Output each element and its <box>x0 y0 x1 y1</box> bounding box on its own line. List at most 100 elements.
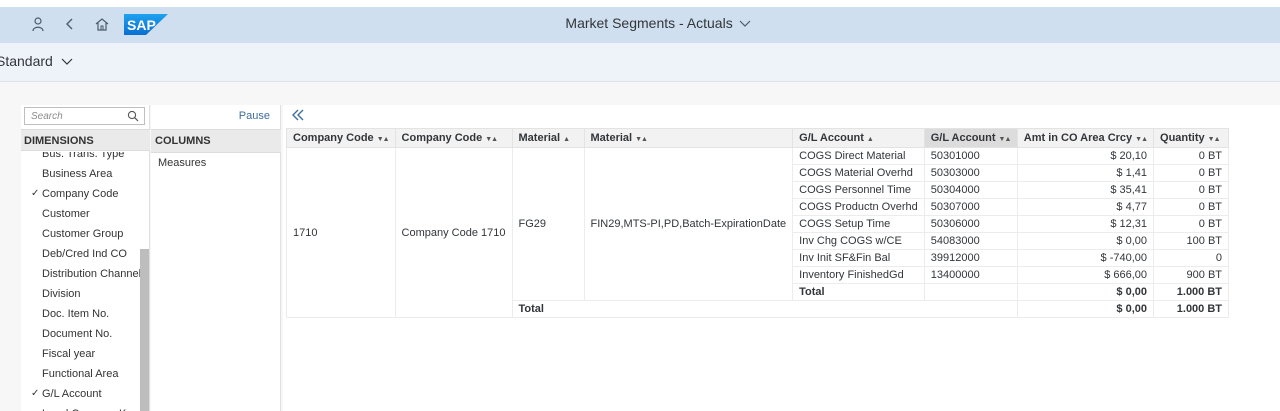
table-cell[interactable]: 900 BT <box>1153 266 1230 284</box>
variant-selector[interactable]: Standard <box>0 53 73 69</box>
table-cell[interactable]: 50303000 <box>923 164 1018 182</box>
check-icon: ✓ <box>31 388 40 399</box>
table-cell[interactable]: $ 0,00 <box>1016 283 1155 301</box>
table-cell[interactable]: $ 35,41 <box>1016 181 1155 199</box>
sort-asc-icon: ▲ <box>563 136 570 143</box>
table-cell[interactable]: Inv Init SF&Fin Bal <box>792 249 925 267</box>
table-cell[interactable]: 50304000 <box>923 181 1018 199</box>
table-cell[interactable]: $ 1,41 <box>1016 164 1155 182</box>
dimensions-list[interactable]: Bus. Trans. Type Business Area ✓ Company Co… <box>21 152 141 411</box>
table-cell[interactable]: $ 0,00 <box>1016 232 1155 250</box>
dimension-item[interactable]: Deb/Cred Ind CO <box>21 244 141 264</box>
table-cell[interactable]: Company Code 1710 <box>394 147 513 318</box>
search-icon[interactable] <box>127 110 139 122</box>
table-cell[interactable]: FIN29,MTS-PI,PD,Batch-ExpirationDate <box>583 147 794 301</box>
sort-icon: ▼▲ <box>1135 136 1148 143</box>
table-cell[interactable]: 0 BT <box>1153 164 1230 182</box>
table-cell[interactable]: $ -740,00 <box>1016 249 1155 267</box>
table-cell[interactable]: 0 BT <box>1153 181 1230 199</box>
col-header-company-code[interactable]: Company Code ▼▲ <box>286 128 396 148</box>
col-header-gl-account[interactable]: G/L Account ▼▲ <box>923 128 1018 148</box>
dimension-item[interactable]: ✓ Company Code <box>21 184 141 204</box>
table-cell[interactable] <box>923 283 1018 301</box>
result-area: Company Code ▼▲ Company Code ▼▲ Material ▲ … <box>283 105 1280 411</box>
dimension-item[interactable]: Functional Area <box>21 364 141 384</box>
table-cell[interactable]: Total <box>792 283 925 301</box>
dimension-label: Customer <box>42 208 90 220</box>
dimension-label: G/L Account <box>42 388 102 400</box>
table-cell[interactable]: COGS Direct Material <box>792 147 925 165</box>
col-header-material-text[interactable]: Material ▼▲ <box>583 128 794 148</box>
dimension-label: Bus. Trans. Type <box>42 152 125 160</box>
dimension-item[interactable]: Customer Group <box>21 224 141 244</box>
table-cell[interactable]: 54083000 <box>923 232 1018 250</box>
table-cell[interactable]: Inventory FinishedGd <box>792 266 925 284</box>
table-cell[interactable]: FG29 <box>511 147 585 301</box>
dimension-item[interactable]: Local Currency Key <box>21 404 141 411</box>
dimension-item[interactable]: ✓ G/L Account <box>21 384 141 404</box>
dimension-label: Document No. <box>42 328 113 340</box>
dimension-label: Distribution Channel <box>42 268 141 280</box>
table-cell[interactable]: COGS Setup Time <box>792 215 925 233</box>
sort-asc-icon: ▲ <box>866 136 874 143</box>
table-cell[interactable]: 1.000 BT <box>1153 300 1230 318</box>
table-cell[interactable]: 39912000 <box>923 249 1018 267</box>
app-title[interactable]: Market Segments - Actuals <box>0 15 1280 31</box>
variant-bar: Standard <box>0 43 1280 82</box>
dimension-item[interactable]: Customer <box>21 204 141 224</box>
table-cell[interactable]: 50301000 <box>923 147 1018 165</box>
table-cell[interactable]: 0 <box>1153 249 1230 267</box>
search-input[interactable]: Search <box>24 107 145 125</box>
table-cell[interactable]: 100 BT <box>1153 232 1230 250</box>
col-header-gl-account-text[interactable]: G/L Account ▲ <box>792 128 925 148</box>
dimension-label: Doc. Item No. <box>42 308 110 320</box>
col-header-material[interactable]: Material ▲ <box>511 128 585 148</box>
table-cell[interactable]: $ 20,10 <box>1016 147 1155 165</box>
collapse-panel-icon[interactable] <box>290 107 306 123</box>
sort-icon: ▼▲ <box>998 136 1012 143</box>
chevron-down-icon[interactable] <box>739 20 751 28</box>
table-row[interactable]: 1710 Company Code 1710 FG29 FIN29,MTS-PI,PD… <box>286 147 1230 318</box>
table-cell[interactable]: COGS Material Overhd <box>792 164 925 182</box>
table-cell[interactable]: 50307000 <box>923 198 1018 216</box>
table-cell[interactable]: 1710 <box>286 147 396 318</box>
table-cell[interactable]: $ 666,00 <box>1016 266 1155 284</box>
sort-icon: ▼▲ <box>485 136 498 143</box>
dimension-label: Functional Area <box>42 368 119 380</box>
dimensions-header: DIMENSIONS <box>21 129 150 151</box>
dimension-item[interactable]: Bus. Trans. Type <box>21 152 141 164</box>
dimension-label: Customer Group <box>42 228 124 240</box>
pause-button[interactable]: Pause <box>239 110 270 122</box>
table-cell[interactable]: 13400000 <box>923 266 1018 284</box>
dimension-label: Business Area <box>42 168 113 180</box>
result-table[interactable]: Company Code ▼▲ Company Code ▼▲ Material ▲ … <box>286 128 1230 318</box>
chevron-down-icon[interactable] <box>61 58 73 66</box>
shell-bar: SAP Market Segments - Actuals <box>0 7 1280 43</box>
dimension-item[interactable]: Distribution Channel <box>21 264 141 284</box>
col-header-company-code-text[interactable]: Company Code ▼▲ <box>394 128 513 148</box>
dimension-item[interactable]: Fiscal year <box>21 344 141 364</box>
dimensions-scrollbar[interactable] <box>140 249 149 411</box>
table-cell[interactable]: 0 BT <box>1153 147 1230 165</box>
dimension-item[interactable]: Business Area <box>21 164 141 184</box>
table-cell[interactable]: $ 0,00 <box>1016 300 1155 318</box>
dimension-label: Deb/Cred Ind CO <box>42 248 127 260</box>
table-cell[interactable]: Inv Chg COGS w/CE <box>792 232 925 250</box>
table-cell[interactable]: COGS Productn Overhd <box>792 198 925 216</box>
col-header-amount[interactable]: Amt in CO Area Crcy ▼▲ <box>1016 128 1155 148</box>
dimension-item[interactable]: Division <box>21 284 141 304</box>
dimension-item[interactable]: Document No. <box>21 324 141 344</box>
table-cell[interactable]: $ 4,77 <box>1016 198 1155 216</box>
dimensions-panel: Search DIMENSIONS Bus. Trans. Type Busine… <box>21 105 150 411</box>
table-cell[interactable]: COGS Personnel Time <box>792 181 925 199</box>
measures-item[interactable]: Measures <box>158 157 206 169</box>
col-header-quantity[interactable]: Quantity ▼▲ <box>1153 128 1230 148</box>
table-cell[interactable]: 50306000 <box>923 215 1018 233</box>
table-cell[interactable]: 1.000 BT <box>1153 283 1230 301</box>
table-cell[interactable]: 0 BT <box>1153 198 1230 216</box>
check-icon: ✓ <box>31 188 40 199</box>
table-cell[interactable]: Total <box>511 300 1018 318</box>
dimension-item[interactable]: Doc. Item No. <box>21 304 141 324</box>
table-cell[interactable]: $ 12,31 <box>1016 215 1155 233</box>
table-cell[interactable]: 0 BT <box>1153 215 1230 233</box>
